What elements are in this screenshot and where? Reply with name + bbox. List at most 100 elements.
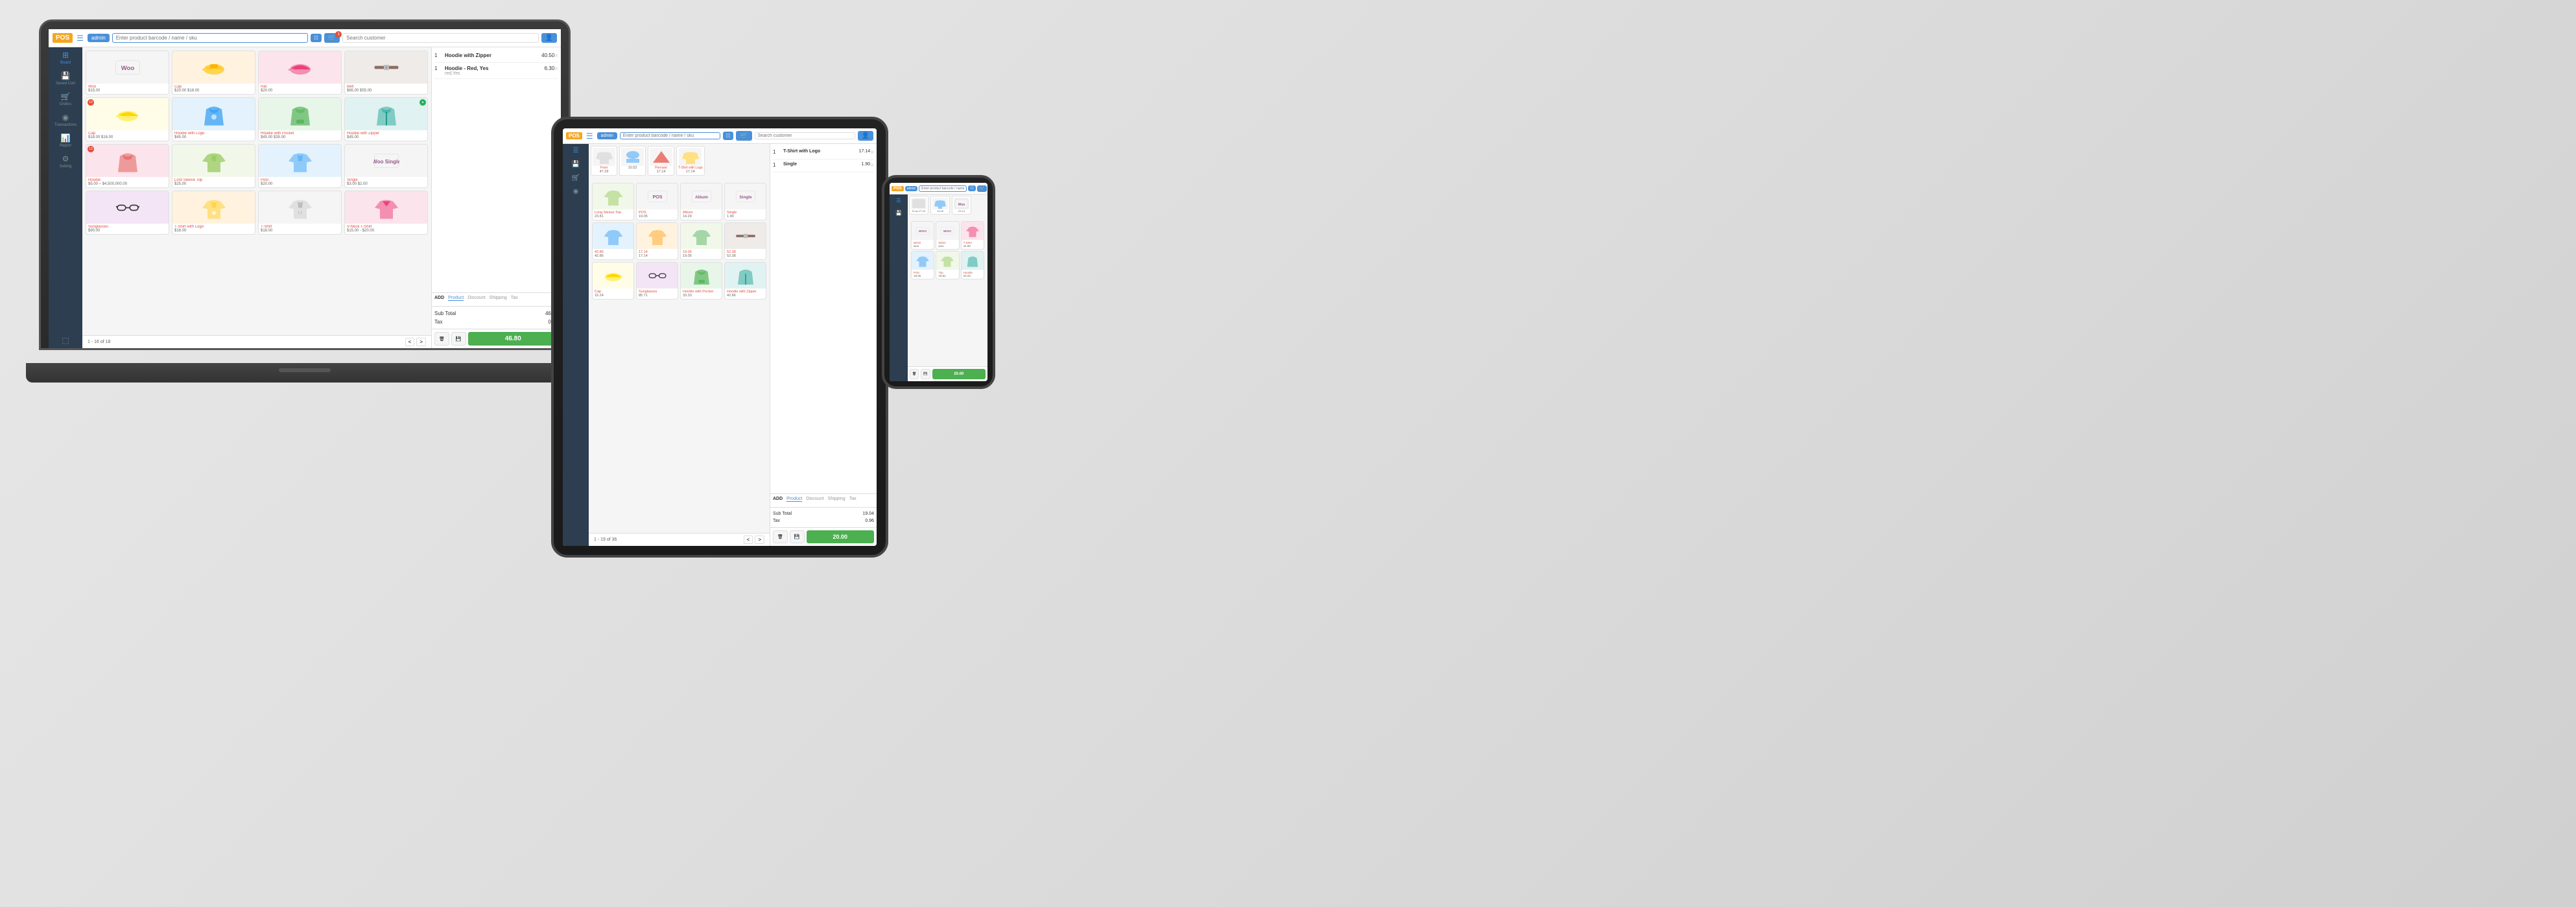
product-card-vneck[interactable]: V-Neck T-Shirt $15.00 - $20.00 bbox=[344, 191, 428, 235]
sidebar-item-orders-laptop[interactable]: 🛒 Orders bbox=[60, 92, 71, 106]
tab-product-laptop[interactable]: Product bbox=[448, 296, 464, 301]
cart-button-laptop[interactable]: 🛒 1 bbox=[324, 33, 340, 43]
product-card-lord-sleeves[interactable]: Lord Sleeve Top $25.00 bbox=[172, 144, 255, 188]
from-item-1-tablet[interactable]: From 47.29 bbox=[591, 146, 617, 176]
from-item-phone-1[interactable]: From 27.29 bbox=[909, 196, 928, 215]
search-customer-input-tablet[interactable] bbox=[755, 132, 855, 139]
product-card-tshirt-plain[interactable]: I-T T-Shirt $18.00 bbox=[258, 191, 342, 235]
product-card-cap1[interactable]: Cap $20.00 $18.00 bbox=[172, 51, 255, 95]
sidebar-item-savedcart-tablet[interactable]: 💾 bbox=[572, 161, 580, 168]
product-card-t4-tablet[interactable]: Single Single 1.90 bbox=[724, 183, 766, 220]
product-card-hoodie-zipper[interactable]: ● Hoodie wit bbox=[344, 97, 428, 141]
product-card-cap-yellow[interactable]: 10 Cap bbox=[86, 97, 169, 141]
tab-shipping-laptop[interactable]: Shipping bbox=[490, 296, 507, 301]
tab-add-tablet[interactable]: ADD bbox=[773, 497, 783, 502]
cart-item-delete-2[interactable]: × bbox=[554, 65, 558, 73]
sidebar-item-report-laptop[interactable]: 📊 Report bbox=[60, 134, 71, 148]
cart-save-button-phone[interactable]: 💾 bbox=[921, 369, 930, 379]
barcode-button-laptop[interactable]: ⁞⁞⁞ bbox=[311, 34, 322, 42]
search-product-input-tablet[interactable] bbox=[620, 132, 720, 139]
barcode-button-tablet[interactable]: ⁞⁞⁞ bbox=[723, 132, 734, 140]
menu-button-tablet[interactable]: ☰ bbox=[585, 130, 595, 142]
product-card-t2-tablet[interactable]: POS POS 19.05 bbox=[636, 183, 678, 220]
from-item-2-tablet[interactable]: 10.52 bbox=[619, 146, 646, 176]
product-card-woo[interactable]: Woo Woo $15.00 bbox=[86, 51, 169, 95]
product-card-p5-phone[interactable]: Top 23.81 bbox=[936, 251, 959, 279]
sidebar-item-savedcart-phone[interactable]: 💾 bbox=[895, 210, 902, 216]
search-customer-input-laptop[interactable] bbox=[342, 33, 538, 43]
sidebar-item-orders-tablet[interactable]: 🛒 bbox=[572, 174, 580, 182]
product-card-t11-tablet[interactable]: Hoodie with Pocket 33.33 bbox=[680, 262, 722, 300]
product-card-t7-tablet[interactable]: 19.05 19.05 bbox=[680, 222, 722, 260]
tab-discount-laptop[interactable]: Discount bbox=[467, 296, 485, 301]
product-card-p6-phone[interactable]: Hoodie 33.33 bbox=[961, 251, 984, 279]
sidebar-item-board-laptop[interactable]: ⊞ Board bbox=[60, 51, 71, 65]
cart-trash-button-tablet[interactable]: 🗑 bbox=[773, 530, 788, 543]
product-card-t12-tablet[interactable]: Hoodie with Zipper 42.86 bbox=[724, 262, 766, 300]
product-card-hoodie-red[interactable]: 13 Hoodie $5.00 bbox=[86, 144, 169, 188]
customer-button-tablet[interactable]: 👤 bbox=[858, 131, 873, 141]
product-card-polo[interactable]: Polo $20.00 bbox=[258, 144, 342, 188]
pagination-next-laptop[interactable]: > bbox=[416, 338, 426, 346]
product-card-p1-phone[interactable]: WOO WOO woo bbox=[911, 221, 934, 250]
cart-trash-button-laptop[interactable]: 🗑 bbox=[434, 332, 449, 346]
product-card-t5-tablet[interactable]: 42.86 42.86 bbox=[592, 222, 634, 260]
product-card-p4-phone[interactable]: Polo 19.05 bbox=[911, 251, 934, 279]
pagination-prev-tablet[interactable]: < bbox=[744, 536, 753, 544]
cart-save-button-tablet[interactable]: 💾 bbox=[790, 530, 805, 543]
tab-shipping-tablet[interactable]: Shipping bbox=[828, 497, 845, 502]
cart-save-button-laptop[interactable]: 💾 bbox=[451, 332, 466, 346]
product-card-sunglasses[interactable]: Sunglasses $90.00 bbox=[86, 191, 169, 235]
tab-tax-tablet[interactable]: Tax bbox=[849, 497, 857, 502]
tab-tax-laptop[interactable]: Tax bbox=[511, 296, 518, 301]
from-item-3-tablet[interactable]: Pennant 17.14 bbox=[648, 146, 674, 176]
cart-checkout-button-phone[interactable]: 20.00 bbox=[932, 369, 986, 379]
sidebar-item-board-phone[interactable]: ☰ bbox=[896, 198, 901, 204]
product-card-p3-phone[interactable]: T-Shirt 41.90 bbox=[961, 221, 984, 250]
product-card-t3-tablet[interactable]: Album Album 14.29 bbox=[680, 183, 722, 220]
cart-button-phone[interactable]: 🛒 bbox=[977, 185, 987, 192]
cart-checkout-button-tablet[interactable]: 20.00 bbox=[807, 530, 874, 543]
product-card-belt[interactable]: Belt $65.00 $55.00 bbox=[344, 51, 428, 95]
sidebar-item-board-tablet[interactable]: ☰ bbox=[573, 147, 579, 154]
product-card-hoodie-pocket[interactable]: Hoodie with Pocket $45.00 $35.00 bbox=[258, 97, 342, 141]
cart-checkout-button-laptop[interactable]: 46.80 bbox=[468, 332, 558, 346]
t1-svg bbox=[603, 186, 624, 207]
tab-discount-tablet[interactable]: Discount bbox=[806, 497, 823, 502]
pagination-next-tablet[interactable]: > bbox=[755, 536, 764, 544]
sidebar-item-logout-laptop[interactable]: ⬚ bbox=[62, 336, 69, 345]
product-card-tshirt-logo[interactable]: T-Shirt with Logo $18.00 bbox=[172, 191, 255, 235]
cart-item-delete-1[interactable]: × bbox=[554, 53, 558, 60]
woo-svg: Woo bbox=[115, 54, 141, 80]
sidebar-item-transactions-tablet[interactable]: ◉ bbox=[573, 188, 579, 195]
from-item-phone-2[interactable]: 19.05 bbox=[930, 196, 950, 215]
pagination-prev-laptop[interactable]: < bbox=[405, 338, 415, 346]
product-card-t6-tablet[interactable]: 17.14 17.14 bbox=[636, 222, 678, 260]
search-product-input-laptop[interactable] bbox=[112, 33, 308, 43]
product-card-t10-tablet[interactable]: Sunglasses 85.71 bbox=[636, 262, 678, 300]
cart-del-1-tablet[interactable]: × bbox=[870, 149, 874, 156]
product-card-t1-tablet[interactable]: Long Sleeve Top 23.81 bbox=[592, 183, 634, 220]
p5-phone-svg bbox=[940, 253, 954, 268]
sidebar-item-savedcart-laptop[interactable]: 💾 Saved Cart bbox=[56, 71, 75, 86]
product-card-p2-phone[interactable]: WOO WOO woo bbox=[936, 221, 959, 250]
product-card-hat-pink[interactable]: Hat $20.00 bbox=[258, 51, 342, 95]
product-card-t9-tablet[interactable]: Cap 15.24 bbox=[592, 262, 634, 300]
customer-button-laptop[interactable]: 👤 bbox=[541, 33, 557, 43]
sidebar-item-transactions-laptop[interactable]: ◉ Transactions bbox=[54, 113, 77, 127]
product-card-hoodie-logo[interactable]: Hoodie with Logo $45.00 bbox=[172, 97, 255, 141]
product-card-single[interactable]: Woo Single Single $3.00 $2.00 bbox=[344, 144, 428, 188]
cart-button-tablet[interactable]: 🛒 bbox=[736, 131, 751, 141]
t4-svg: Single bbox=[735, 186, 756, 207]
sidebar-item-setting-laptop[interactable]: ⚙ Setting bbox=[60, 154, 72, 169]
tab-add-laptop[interactable]: ADD bbox=[434, 296, 444, 301]
menu-button-laptop[interactable]: ☰ bbox=[75, 32, 85, 44]
product-card-t8-tablet[interactable]: 52.38 52.38 bbox=[724, 222, 766, 260]
tab-product-tablet[interactable]: Product bbox=[786, 497, 802, 502]
from-item-phone-3[interactable]: Woo 23.14 bbox=[952, 196, 971, 215]
from-item-4-tablet[interactable]: T-Shirt with Logo 17.14 bbox=[676, 146, 705, 176]
cart-del-2-tablet[interactable]: × bbox=[870, 162, 874, 169]
barcode-button-phone[interactable]: ⁞⁞⁞ bbox=[968, 185, 976, 191]
cart-trash-button-phone[interactable]: 🗑 bbox=[910, 369, 919, 379]
search-product-input-phone[interactable] bbox=[919, 185, 967, 192]
